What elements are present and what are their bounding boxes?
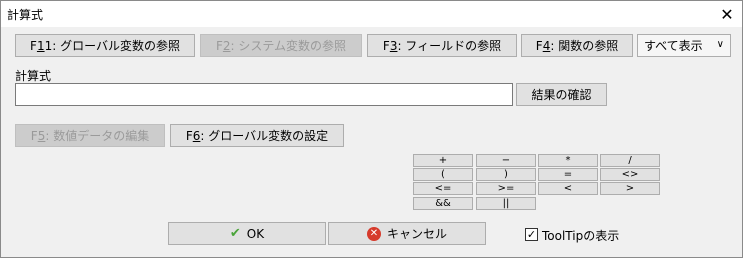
f11-key-prefix: F — [30, 38, 37, 53]
cancel-x-icon: ✕ — [366, 226, 381, 241]
formula-label: 計算式 — [15, 69, 52, 83]
f5-key-underlined: 5 — [37, 128, 46, 143]
system-variable-reference-button: F2 : システム変数の参照 — [200, 34, 362, 57]
f4-key-underlined: 4 — [542, 38, 551, 53]
operator-greater-than-button[interactable]: > — [600, 182, 660, 195]
operator-divide-button[interactable]: / — [600, 154, 660, 167]
global-variable-setting-button[interactable]: F6 : グローバル変数の設定 — [170, 124, 344, 147]
formula-input[interactable] — [15, 83, 513, 106]
tooltip-label: ToolTipの表示 — [542, 229, 620, 243]
operator-less-than-button[interactable]: < — [538, 182, 598, 195]
f6-key-underlined: 6 — [192, 128, 201, 143]
close-icon[interactable]: ✕ — [712, 1, 742, 27]
cancel-button[interactable]: ✕ キャンセル — [328, 222, 486, 245]
f2-key-underlined: 2 — [222, 38, 231, 53]
f11-label: : グローバル変数の参照 — [52, 39, 180, 53]
window-title: 計算式 — [7, 8, 44, 22]
chevron-down-icon: ∨ — [716, 39, 724, 50]
cancel-label: キャンセル — [386, 227, 447, 241]
f6-label: : グローバル変数の設定 — [200, 129, 329, 143]
f6-key-prefix: F — [185, 128, 193, 143]
display-filter-select[interactable]: すべて表示 ∨ — [637, 34, 731, 57]
f4-label: : 関数の参照 — [550, 39, 619, 53]
operator-open-paren-button[interactable]: ( — [413, 168, 473, 181]
confirm-result-button[interactable]: 結果の確認 — [516, 83, 607, 106]
f4-key-prefix: F — [535, 38, 543, 53]
operator-not-equal-button[interactable]: <> — [600, 168, 660, 181]
title-bar: 計算式 ✕ — [1, 1, 742, 27]
f11-key-suffix: 1 — [44, 38, 53, 53]
ok-button[interactable]: ✔ OK — [168, 222, 326, 245]
f5-key-prefix: F — [30, 128, 38, 143]
numeric-data-edit-button: F5 : 数値データの編集 — [15, 124, 165, 147]
operator-less-equal-button[interactable]: <= — [413, 182, 473, 195]
checkmark-icon: ✔ — [229, 226, 241, 241]
f3-label: : フィールドの参照 — [397, 39, 502, 53]
operator-or-button[interactable]: || — [476, 197, 536, 210]
field-reference-button[interactable]: F3 : フィールドの参照 — [367, 34, 517, 57]
operator-close-paren-button[interactable]: ) — [476, 168, 536, 181]
operator-and-button[interactable]: && — [413, 197, 473, 210]
f2-key-prefix: F — [215, 38, 223, 53]
function-reference-button[interactable]: F4 : 関数の参照 — [521, 34, 633, 57]
operator-minus-button[interactable]: − — [476, 154, 536, 167]
f5-label: : 数値データの編集 — [45, 129, 150, 143]
operator-equal-button[interactable]: = — [538, 168, 598, 181]
f11-key-underlined: 1 — [36, 38, 45, 53]
f2-label: : システム変数の参照 — [230, 39, 347, 53]
operator-greater-equal-button[interactable]: >= — [476, 182, 536, 195]
global-variable-reference-button[interactable]: F11 : グローバル変数の参照 — [15, 34, 195, 57]
operator-multiply-button[interactable]: * — [538, 154, 598, 167]
f3-key-underlined: 3 — [389, 38, 398, 53]
operator-plus-button[interactable]: + — [413, 154, 473, 167]
formula-dialog: 計算式 ✕ F11 : グローバル変数の参照 F2 : システム変数の参照 F3… — [0, 0, 743, 258]
ok-label: OK — [246, 226, 265, 241]
f3-key-prefix: F — [382, 38, 390, 53]
display-filter-value: すべて表示 — [644, 39, 703, 53]
tooltip-checkbox[interactable]: ✓ — [525, 228, 538, 241]
